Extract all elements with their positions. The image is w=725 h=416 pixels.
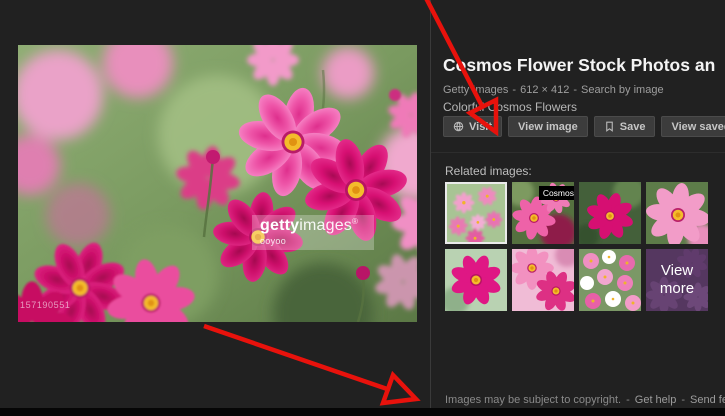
send-feedback-link[interactable]: Send feedback bbox=[690, 394, 725, 406]
cosmos-photo bbox=[18, 45, 417, 322]
search-by-image-link[interactable]: Search by image bbox=[581, 84, 664, 96]
footer-separator: - bbox=[626, 394, 630, 406]
related-thumbnail-3[interactable] bbox=[579, 182, 641, 244]
get-help-link[interactable]: Get help bbox=[635, 394, 677, 406]
getty-watermark: gettyimages® ooyoo bbox=[252, 215, 374, 250]
source-link[interactable]: Getty Images bbox=[443, 84, 508, 96]
image-dimensions: 612 × 412 bbox=[520, 84, 569, 96]
related-images-heading: Related images: bbox=[445, 164, 532, 178]
action-buttons: Visit View image Save View saved Share bbox=[443, 116, 725, 137]
visit-label: Visit bbox=[469, 121, 492, 133]
image-preview[interactable]: gettyimages® ooyoo 157190551 bbox=[18, 45, 417, 322]
image-id-label: 157190551 bbox=[20, 300, 70, 310]
arrow-to-footer-shaft bbox=[204, 326, 390, 390]
result-title[interactable]: Cosmos Flower Stock Photos and Pic... bbox=[443, 55, 715, 76]
save-label: Save bbox=[620, 121, 646, 133]
related-thumbnail-2[interactable]: Cosmos bbox=[512, 182, 574, 244]
bottom-bar bbox=[0, 408, 725, 416]
save-button[interactable]: Save bbox=[594, 116, 656, 137]
view-more-overlay: View more bbox=[646, 249, 708, 311]
view-more-thumbnail[interactable]: View more bbox=[646, 249, 708, 311]
meta-separator: - bbox=[512, 84, 516, 96]
view-saved-button[interactable]: View saved bbox=[661, 116, 725, 137]
visit-button[interactable]: Visit bbox=[443, 116, 502, 137]
related-thumbnail-1[interactable] bbox=[445, 182, 507, 244]
image-caption-link[interactable]: Colorful Cosmos Flowers bbox=[443, 100, 577, 114]
related-thumbnail-5[interactable] bbox=[445, 249, 507, 311]
meta-separator: - bbox=[573, 84, 577, 96]
bookmark-icon bbox=[604, 121, 615, 132]
panel-divider bbox=[430, 0, 431, 408]
view-image-button[interactable]: View image bbox=[508, 116, 588, 137]
related-thumbnail-4[interactable] bbox=[646, 182, 708, 244]
globe-icon bbox=[453, 121, 464, 132]
watermark-credit: ooyoo bbox=[260, 237, 366, 246]
arrow-to-footer-head bbox=[383, 375, 416, 403]
result-meta: Getty Images-612 × 412-Search by image bbox=[443, 84, 664, 96]
related-images-grid: Cosmos bbox=[445, 182, 708, 311]
copyright-footer: Images may be subject to copyright.-Get … bbox=[445, 394, 725, 406]
footer-separator: - bbox=[681, 394, 685, 406]
view-more-label: View more bbox=[655, 262, 699, 298]
view-image-label: View image bbox=[518, 121, 578, 133]
thumbnail-overlay-label: Cosmos bbox=[539, 186, 574, 200]
watermark-brand: gettyimages® bbox=[260, 218, 366, 235]
related-thumbnail-6[interactable] bbox=[512, 249, 574, 311]
view-saved-label: View saved bbox=[671, 121, 725, 133]
section-divider bbox=[431, 152, 725, 153]
related-thumbnail-7[interactable] bbox=[579, 249, 641, 311]
copyright-notice: Images may be subject to copyright. bbox=[445, 394, 621, 406]
